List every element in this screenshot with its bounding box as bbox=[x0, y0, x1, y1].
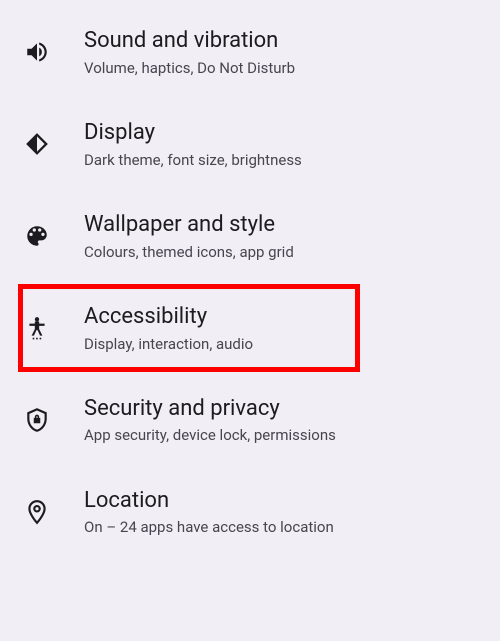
settings-item-accessibility[interactable]: Accessibility Display, interaction, audi… bbox=[0, 282, 500, 374]
item-subtitle: Dark theme, font size, brightness bbox=[84, 150, 476, 170]
settings-item-display[interactable]: Display Dark theme, font size, brightnes… bbox=[0, 98, 500, 190]
item-text: Display Dark theme, font size, brightnes… bbox=[68, 118, 476, 170]
item-subtitle: On – 24 apps have access to location bbox=[84, 517, 476, 537]
item-title: Security and privacy bbox=[84, 394, 476, 424]
item-title: Accessibility bbox=[84, 302, 476, 332]
item-subtitle: Colours, themed icons, app grid bbox=[84, 242, 476, 262]
settings-item-security[interactable]: Security and privacy App security, devic… bbox=[0, 374, 500, 466]
location-icon bbox=[24, 499, 68, 525]
settings-item-sound[interactable]: Sound and vibration Volume, haptics, Do … bbox=[0, 6, 500, 98]
shield-icon bbox=[24, 407, 68, 433]
sound-icon bbox=[24, 39, 68, 65]
accessibility-icon bbox=[24, 315, 68, 341]
settings-item-location[interactable]: Location On – 24 apps have access to loc… bbox=[0, 466, 500, 558]
settings-list: Sound and vibration Volume, haptics, Do … bbox=[0, 0, 500, 558]
display-icon bbox=[24, 131, 68, 157]
item-title: Sound and vibration bbox=[84, 26, 476, 56]
item-text: Sound and vibration Volume, haptics, Do … bbox=[68, 26, 476, 78]
palette-icon bbox=[24, 223, 68, 249]
item-text: Security and privacy App security, devic… bbox=[68, 394, 476, 446]
item-text: Accessibility Display, interaction, audi… bbox=[68, 302, 476, 354]
item-text: Wallpaper and style Colours, themed icon… bbox=[68, 210, 476, 262]
item-text: Location On – 24 apps have access to loc… bbox=[68, 486, 476, 538]
item-title: Wallpaper and style bbox=[84, 210, 476, 240]
item-title: Location bbox=[84, 486, 476, 516]
item-title: Display bbox=[84, 118, 476, 148]
settings-item-wallpaper[interactable]: Wallpaper and style Colours, themed icon… bbox=[0, 190, 500, 282]
item-subtitle: App security, device lock, permissions bbox=[84, 425, 476, 445]
item-subtitle: Volume, haptics, Do Not Disturb bbox=[84, 58, 476, 78]
item-subtitle: Display, interaction, audio bbox=[84, 334, 476, 354]
